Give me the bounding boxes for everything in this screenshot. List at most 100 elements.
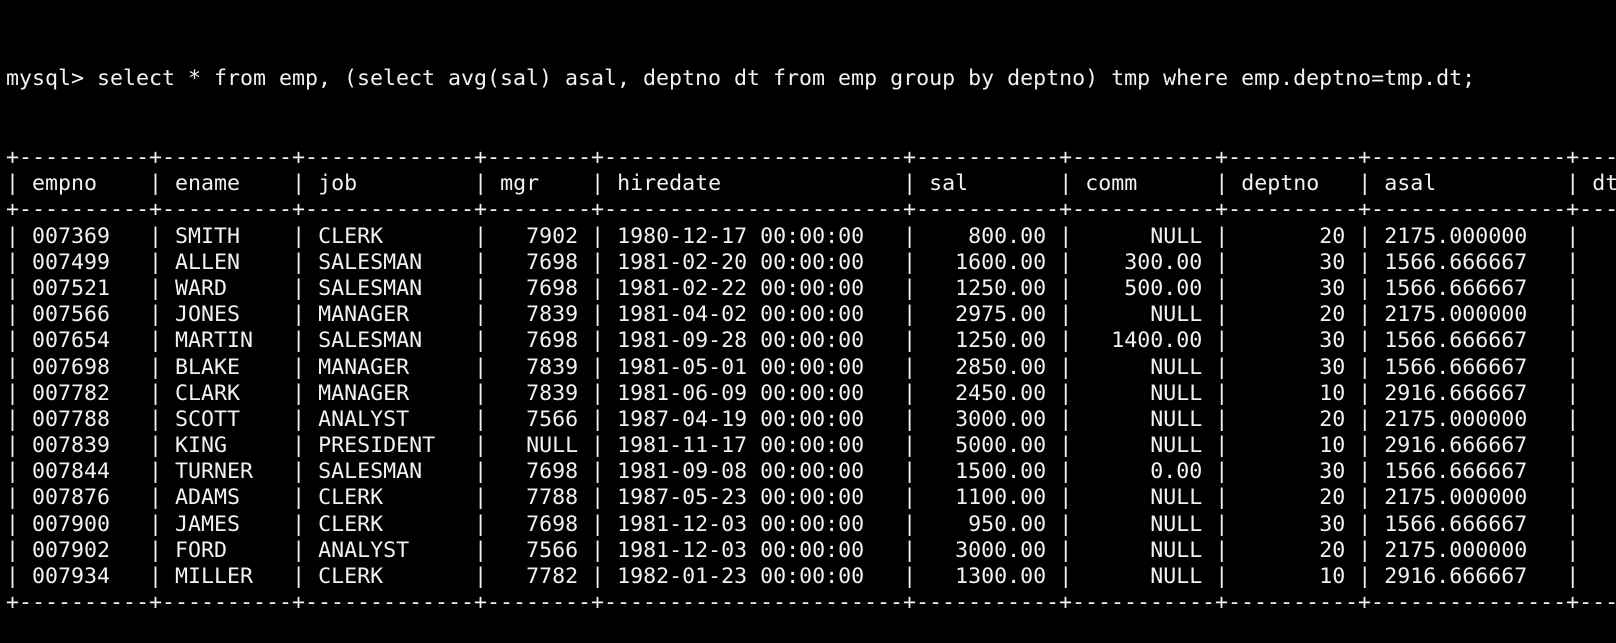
cell-comm: 1400.00 (1085, 328, 1203, 354)
cell-dt: 20 (1592, 224, 1616, 249)
table-border-top: +----------+----------+-------------+---… (6, 145, 1616, 170)
terminal-window[interactable]: mysql> select * from emp, (select avg(sa… (0, 0, 1616, 615)
cell-asal: 2916.666667 (1384, 433, 1554, 459)
cell-comm: NULL (1085, 485, 1203, 511)
cell-mgr: 7566 (500, 537, 579, 563)
cell-comm: NULL (1085, 433, 1203, 459)
cell-deptno: 10 (1241, 380, 1346, 406)
cell-sal: 3000.00 (929, 537, 1047, 563)
cell-empno: 007566 (32, 302, 137, 328)
table-row: | 007844 | TURNER | SALESMAN | 7698 | 19… (6, 459, 1616, 485)
cell-job: MANAGER (318, 380, 462, 406)
cell-mgr: 7782 (500, 564, 579, 589)
cell-sal: 2850.00 (929, 354, 1047, 380)
cell-mgr: 7698 (500, 328, 579, 354)
cell-empno: 007844 (32, 459, 137, 485)
cell-deptno: 30 (1241, 275, 1346, 301)
header-deptno: deptno (1241, 171, 1346, 197)
cell-sal: 1100.00 (929, 485, 1047, 511)
cell-comm: NULL (1085, 406, 1203, 432)
cell-mgr: 7839 (500, 380, 579, 406)
cell-deptno: 30 (1241, 459, 1346, 485)
cell-ename: KING (175, 433, 280, 459)
cell-asal: 2175.000000 (1384, 223, 1554, 249)
cell-comm: 500.00 (1085, 275, 1203, 301)
table-header-row: | empno | ename | job | mgr | hiredate |… (6, 171, 1616, 197)
cell-mgr: 7698 (500, 511, 579, 537)
table-border-bottom: +----------+----------+-------------+---… (6, 590, 1616, 616)
cell-deptno: 20 (1241, 223, 1346, 249)
prompt: mysql> (6, 66, 85, 92)
cell-job: CLERK (318, 485, 462, 511)
cell-job: SALESMAN (318, 249, 462, 275)
cell-ename: MILLER (175, 564, 280, 589)
table-row: | 007782 | CLARK | MANAGER | 7839 | 1981… (6, 381, 1616, 407)
cell-comm: NULL (1085, 302, 1203, 328)
cell-ename: CLARK (175, 380, 280, 406)
cell-hiredate: 1987-05-23 00:00:00 (617, 485, 891, 511)
cell-job: SALESMAN (318, 328, 462, 354)
cell-dt: 20 (1592, 485, 1616, 510)
header-empno: empno (32, 171, 137, 197)
cell-dt: 10 (1592, 433, 1616, 458)
cell-empno: 007499 (32, 249, 137, 275)
cell-mgr: 7839 (500, 354, 579, 380)
table-row: | 007499 | ALLEN | SALESMAN | 7698 | 198… (6, 250, 1616, 276)
cell-deptno: 10 (1241, 564, 1346, 589)
cell-ename: TURNER (175, 459, 280, 485)
cell-job: CLERK (318, 564, 462, 589)
sql-command: select * from emp, (select avg(sal) asal… (97, 66, 1476, 92)
cell-deptno: 20 (1241, 406, 1346, 432)
table-border-header: +----------+----------+-------------+---… (6, 197, 1616, 223)
header-hiredate: hiredate (617, 171, 891, 197)
cell-job: ANALYST (318, 537, 462, 563)
cell-asal: 1566.666667 (1384, 249, 1554, 275)
cell-asal: 2916.666667 (1384, 380, 1554, 406)
header-asal: asal (1384, 171, 1554, 197)
cell-job: CLERK (318, 223, 462, 249)
cell-sal: 1300.00 (929, 564, 1047, 589)
cell-hiredate: 1981-02-20 00:00:00 (617, 249, 891, 275)
cell-job: MANAGER (318, 302, 462, 328)
cell-mgr: 7902 (500, 223, 579, 249)
table-row: | 007369 | SMITH | CLERK | 7902 | 1980-1… (6, 224, 1616, 250)
cell-sal: 2450.00 (929, 380, 1047, 406)
cell-asal: 1566.666667 (1384, 328, 1554, 354)
cell-job: PRESIDENT (318, 433, 462, 459)
cell-empno: 007369 (32, 223, 137, 249)
cell-sal: 1600.00 (929, 249, 1047, 275)
cell-hiredate: 1981-04-02 00:00:00 (617, 302, 891, 328)
cell-deptno: 20 (1241, 302, 1346, 328)
cell-dt: 20 (1592, 302, 1616, 327)
cell-mgr: 7566 (500, 406, 579, 432)
cell-comm: NULL (1085, 511, 1203, 537)
cell-dt: 10 (1592, 564, 1616, 589)
cell-sal: 2975.00 (929, 302, 1047, 328)
cell-ename: MARTIN (175, 328, 280, 354)
cell-comm: NULL (1085, 537, 1203, 563)
cell-sal: 1500.00 (929, 459, 1047, 485)
header-sal: sal (929, 171, 1047, 197)
cell-asal: 2916.666667 (1384, 564, 1554, 589)
cell-hiredate: 1982-01-23 00:00:00 (617, 564, 891, 589)
cell-asal: 1566.666667 (1384, 459, 1554, 485)
cell-empno: 007902 (32, 537, 137, 563)
cell-asal: 1566.666667 (1384, 275, 1554, 301)
cell-dt: 30 (1592, 355, 1616, 380)
cell-ename: BLAKE (175, 354, 280, 380)
cell-dt: 30 (1592, 512, 1616, 537)
cell-empno: 007782 (32, 380, 137, 406)
cell-hiredate: 1981-12-03 00:00:00 (617, 511, 891, 537)
cell-deptno: 20 (1241, 485, 1346, 511)
cell-hiredate: 1981-05-01 00:00:00 (617, 354, 891, 380)
cell-empno: 007698 (32, 354, 137, 380)
cell-mgr: 7788 (500, 485, 579, 511)
cell-ename: JONES (175, 302, 280, 328)
table-row: | 007876 | ADAMS | CLERK | 7788 | 1987-0… (6, 485, 1616, 511)
cell-job: MANAGER (318, 354, 462, 380)
cell-sal: 950.00 (929, 511, 1047, 537)
cell-sal: 1250.00 (929, 275, 1047, 301)
cell-sal: 800.00 (929, 223, 1047, 249)
cell-hiredate: 1981-11-17 00:00:00 (617, 433, 891, 459)
cell-hiredate: 1981-06-09 00:00:00 (617, 380, 891, 406)
